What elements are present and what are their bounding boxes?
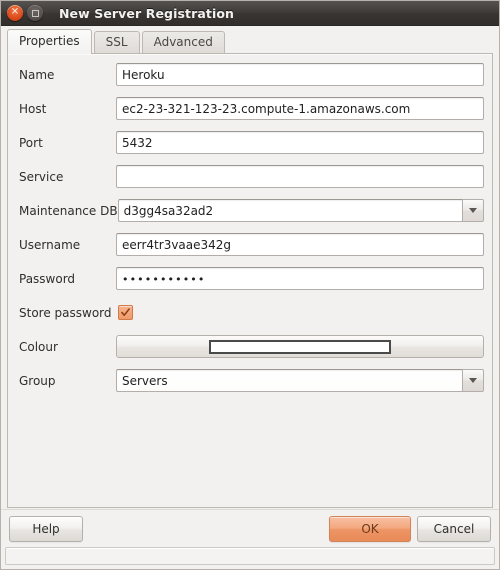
- field-row-username: Username eerr4tr3vaae342g: [16, 233, 484, 256]
- cancel-button[interactable]: Cancel: [417, 515, 491, 542]
- control-host: ec2-23-321-123-23.compute-1.amazonaws.co…: [116, 97, 484, 120]
- tab-ssl[interactable]: SSL: [93, 31, 140, 54]
- label-service: Service: [19, 169, 64, 184]
- label-username: Username: [19, 237, 81, 252]
- close-icon[interactable]: ✕: [7, 5, 23, 21]
- maintenance-db-value: d3gg4sa32ad2: [123, 203, 214, 218]
- label-store-password: Store password: [19, 305, 112, 320]
- close-glyph: ✕: [10, 6, 20, 18]
- password-input[interactable]: •••••••••••: [116, 267, 484, 290]
- store-password-checkbox[interactable]: [118, 305, 133, 320]
- group-combobox[interactable]: Servers: [116, 369, 484, 392]
- service-input[interactable]: [116, 165, 484, 188]
- tab-bar: Properties SSL Advanced: [1, 26, 499, 54]
- label-group: Group: [19, 373, 56, 388]
- password-input-value: •••••••••••: [122, 273, 206, 286]
- host-input-value: ec2-23-321-123-23.compute-1.amazonaws.co…: [122, 101, 411, 116]
- label-host: Host: [19, 101, 47, 116]
- group-input[interactable]: Servers: [116, 369, 462, 392]
- label-password: Password: [19, 271, 76, 286]
- field-row-group: Group Servers: [16, 369, 484, 392]
- maintenance-db-combobox[interactable]: d3gg4sa32ad2: [117, 199, 484, 222]
- maximize-glyph: [31, 9, 39, 17]
- name-input[interactable]: Heroku: [116, 63, 484, 86]
- control-name: Heroku: [116, 63, 484, 86]
- tab-properties[interactable]: Properties: [7, 29, 92, 54]
- control-group: Servers: [116, 369, 484, 392]
- control-service: [116, 165, 484, 188]
- port-input[interactable]: 5432: [116, 131, 484, 154]
- label-maintenance-db: Maintenance DB: [19, 203, 118, 218]
- colour-swatch: [209, 339, 391, 354]
- chevron-down-icon: [469, 378, 477, 383]
- properties-panel: Name Heroku Host ec2-23-321-123-23.compu…: [7, 53, 493, 508]
- field-row-store-password: Store password: [16, 301, 484, 324]
- field-row-maintenance-db: Maintenance DB d3gg4sa32ad2: [16, 199, 484, 222]
- group-dropdown-button[interactable]: [462, 369, 484, 392]
- label-port: Port: [19, 135, 43, 150]
- field-row-host: Host ec2-23-321-123-23.compute-1.amazona…: [16, 97, 484, 120]
- field-row-colour: Colour: [16, 335, 484, 358]
- chevron-down-icon: [469, 208, 477, 213]
- host-input[interactable]: ec2-23-321-123-23.compute-1.amazonaws.co…: [116, 97, 484, 120]
- port-input-value: 5432: [122, 135, 153, 150]
- colour-picker-button[interactable]: [116, 335, 484, 358]
- control-colour: [116, 335, 484, 358]
- username-input-value: eerr4tr3vaae342g: [122, 237, 232, 252]
- field-row-service: Service: [16, 165, 484, 188]
- username-input[interactable]: eerr4tr3vaae342g: [116, 233, 484, 256]
- maintenance-db-dropdown-button[interactable]: [462, 199, 484, 222]
- control-port: 5432: [116, 131, 484, 154]
- field-row-password: Password •••••••••••: [16, 267, 484, 290]
- field-row-name: Name Heroku: [16, 63, 484, 86]
- new-server-registration-dialog: ✕ New Server Registration Properties SSL…: [0, 0, 500, 570]
- field-row-port: Port 5432: [16, 131, 484, 154]
- status-bar: [5, 547, 495, 565]
- control-password: •••••••••••: [116, 267, 484, 290]
- group-value: Servers: [122, 373, 168, 388]
- label-name: Name: [19, 67, 55, 82]
- titlebar: ✕ New Server Registration: [1, 1, 499, 26]
- maintenance-db-input[interactable]: d3gg4sa32ad2: [117, 199, 462, 222]
- window-title: New Server Registration: [59, 5, 235, 21]
- control-username: eerr4tr3vaae342g: [116, 233, 484, 256]
- tab-advanced[interactable]: Advanced: [141, 31, 225, 54]
- name-input-value: Heroku: [122, 67, 165, 82]
- dialog-button-bar: Help OK Cancel: [1, 509, 499, 547]
- label-colour: Colour: [19, 339, 58, 354]
- ok-button[interactable]: OK: [329, 515, 411, 542]
- control-maintenance-db: d3gg4sa32ad2: [117, 199, 484, 222]
- maximize-icon[interactable]: [27, 5, 43, 21]
- checkmark-icon: [121, 308, 130, 316]
- help-button[interactable]: Help: [9, 515, 83, 542]
- control-store-password: [116, 305, 484, 320]
